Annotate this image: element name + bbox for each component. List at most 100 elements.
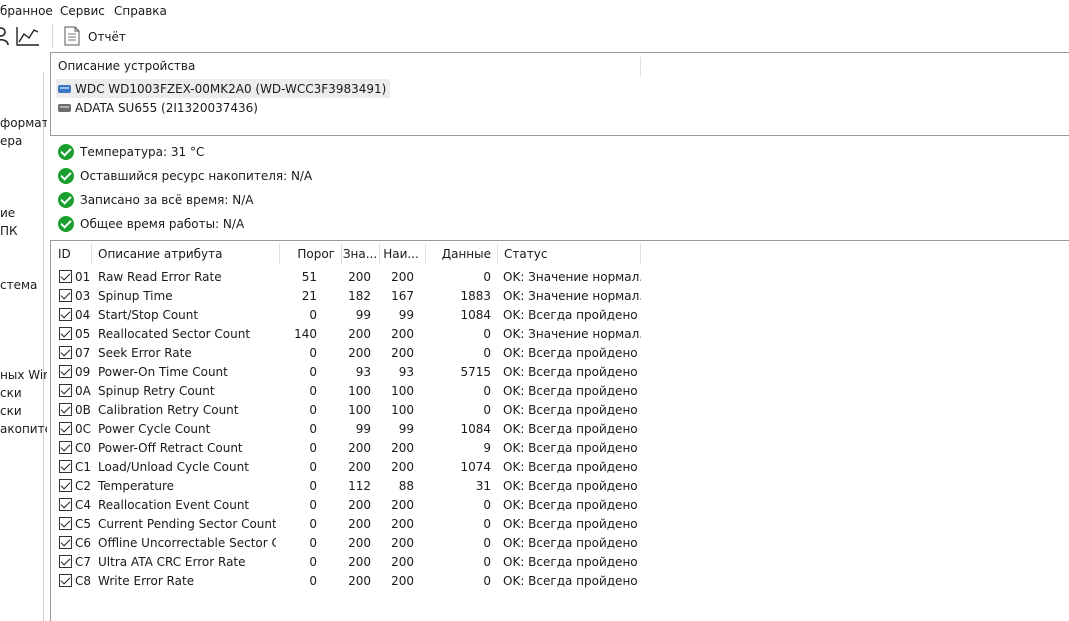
cell-value: 200 (348, 441, 371, 455)
chart-icon[interactable] (16, 26, 40, 46)
nav-item-windows[interactable]: ных Win (0, 368, 47, 382)
nav-item-computer[interactable]: ера (0, 134, 22, 148)
cell-value: 112 (348, 479, 371, 493)
table-row[interactable]: C5 Current Pending Sector Count 0 200 200 0 OK… (51, 515, 651, 534)
status-temperature: Температура: 31 °C (58, 142, 204, 162)
nav-item-drives[interactable]: акопите (0, 422, 47, 436)
attribute-checkbox[interactable] (59, 498, 72, 511)
table-row[interactable]: 0C Power Cycle Count 0 99 99 1084 OK: Всегда п… (51, 420, 651, 439)
col-header-value[interactable]: Зна... (341, 241, 379, 267)
report-button-label: Отчёт (88, 30, 126, 44)
table-row[interactable]: C8 Write Error Rate 0 200 200 0 OK: Всегда про… (51, 572, 651, 591)
report-button[interactable]: Отчёт (60, 24, 130, 50)
table-row[interactable]: C6 Offline Uncorrectable Sector C... 0 200 2… (51, 534, 651, 553)
col-header-id[interactable]: ID (51, 241, 91, 267)
table-row[interactable]: C4 Reallocation Event Count 0 200 200 0 OK: Вс… (51, 496, 651, 515)
cell-description: Temperature (98, 479, 175, 493)
attribute-checkbox[interactable] (59, 346, 72, 359)
menu-help[interactable]: Справка (114, 4, 167, 18)
cell-data: 1883 (460, 289, 491, 303)
device-item-wdc[interactable]: WDC WD1003FZEX-00MK2A0 (WD-WCC3F3983491) (56, 79, 391, 98)
cell-description: Write Error Rate (98, 574, 195, 588)
col-header-description[interactable]: Описание атрибута (91, 241, 279, 267)
device-item-adata[interactable]: ADATA SU655 (2I1320037436) (56, 98, 262, 117)
attribute-checkbox[interactable] (59, 384, 72, 397)
menu-service[interactable]: Сервис (60, 4, 105, 18)
table-row[interactable]: C7 Ultra ATA CRC Error Rate 0 200 200 0 OK: Вс… (51, 553, 651, 572)
attribute-checkbox[interactable] (59, 289, 72, 302)
cell-id: 04 (75, 308, 91, 322)
nav-item-info[interactable]: формат (0, 116, 47, 130)
attribute-checkbox[interactable] (59, 308, 72, 321)
col-header-status[interactable]: Статус (497, 241, 641, 267)
cell-value: 99 (355, 422, 371, 436)
user-icon[interactable] (0, 26, 10, 46)
attribute-checkbox[interactable] (59, 536, 72, 549)
cell-worst: 93 (398, 365, 414, 379)
cell-worst: 200 (391, 498, 414, 512)
cell-threshold: 0 (309, 498, 317, 512)
cell-id: C1 (75, 460, 92, 474)
status-text: Общее время работы: N/A (80, 217, 245, 231)
column-separator[interactable] (640, 244, 641, 264)
cell-data: 9 (483, 441, 491, 455)
menu-favorites[interactable]: бранное (0, 4, 53, 18)
device-list-header[interactable]: Описание устройства (58, 59, 195, 73)
table-row[interactable]: 0A Spinup Retry Count 0 100 100 0 OK: Всегда п… (51, 382, 651, 401)
nav-item-disks-2[interactable]: ски (0, 404, 22, 418)
col-header-data[interactable]: Данные (425, 241, 497, 267)
attribute-checkbox[interactable] (59, 555, 72, 568)
cell-description: Seek Error Rate (98, 346, 192, 360)
cell-worst: 200 (391, 536, 414, 550)
cell-value: 200 (348, 574, 371, 588)
cell-worst: 200 (391, 460, 414, 474)
right-panel: Описание устройства WDC WD1003FZEX-00MK2… (50, 52, 1069, 621)
nav-item-pc[interactable]: ПК (0, 224, 18, 238)
table-row[interactable]: 01 Raw Read Error Rate 51 200 200 0 OK: Значен… (51, 268, 651, 287)
table-row[interactable]: 07 Seek Error Rate 0 200 200 0 OK: Всегда прой… (51, 344, 651, 363)
table-row[interactable]: 0B Calibration Retry Count 0 100 100 0 OK: Все… (51, 401, 651, 420)
table-row[interactable]: 04 Start/Stop Count 0 99 99 1084 OK: Всегда пр… (51, 306, 651, 325)
attribute-checkbox[interactable] (59, 365, 72, 378)
header-separator (640, 57, 641, 77)
nav-item-general[interactable]: ие (0, 206, 15, 220)
col-header-worst[interactable]: Наи... (379, 241, 423, 267)
cell-threshold: 0 (309, 460, 317, 474)
table-row[interactable]: 03 Spinup Time 21 182 167 1883 OK: Значение но… (51, 287, 651, 306)
attribute-checkbox[interactable] (59, 460, 72, 473)
attribute-checkbox[interactable] (59, 403, 72, 416)
cell-value: 200 (348, 555, 371, 569)
attribute-checkbox[interactable] (59, 574, 72, 587)
status-power-on-time: Общее время работы: N/A (58, 214, 244, 234)
table-row[interactable]: 05 Reallocated Sector Count 140 200 200 0 OK: … (51, 325, 651, 344)
cell-threshold: 0 (309, 441, 317, 455)
attribute-checkbox[interactable] (59, 327, 72, 340)
attribute-checkbox[interactable] (59, 422, 72, 435)
table-row[interactable]: C1 Load/Unload Cycle Count 0 200 200 1074 OK: … (51, 458, 651, 477)
cell-threshold: 21 (301, 289, 317, 303)
table-row[interactable]: C2 Temperature 0 112 88 31 OK: Всегда пройдено (51, 477, 651, 496)
cell-status: OK: Значение нормал... (503, 270, 641, 284)
cell-description: Reallocation Event Count (98, 498, 250, 512)
cell-value: 99 (355, 308, 371, 322)
table-row[interactable]: C0 Power-Off Retract Count 0 200 200 9 OK: Все… (51, 439, 651, 458)
cell-description: Current Pending Sector Count (98, 517, 276, 531)
left-nav-panel: формат ера ие ПК стема ных Win ски ски а… (0, 52, 47, 621)
cell-threshold: 0 (309, 574, 317, 588)
attribute-checkbox[interactable] (59, 441, 72, 454)
nav-item-disks-1[interactable]: ски (0, 386, 22, 400)
cell-data: 1084 (460, 422, 491, 436)
cell-id: C0 (75, 441, 92, 455)
nav-item-system[interactable]: стема (0, 278, 37, 292)
cell-id: 07 (75, 346, 91, 360)
cell-data: 0 (483, 555, 491, 569)
cell-id: 05 (75, 327, 91, 341)
attribute-checkbox[interactable] (59, 517, 72, 530)
cell-data: 0 (483, 346, 491, 360)
col-header-threshold[interactable]: Порог (279, 241, 341, 267)
cell-id: C2 (75, 479, 92, 493)
attribute-checkbox[interactable] (59, 479, 72, 492)
cell-id: C8 (75, 574, 92, 588)
table-row[interactable]: 09 Power-On Time Count 0 93 93 5715 OK: Всегда… (51, 363, 651, 382)
attribute-checkbox[interactable] (59, 270, 72, 283)
